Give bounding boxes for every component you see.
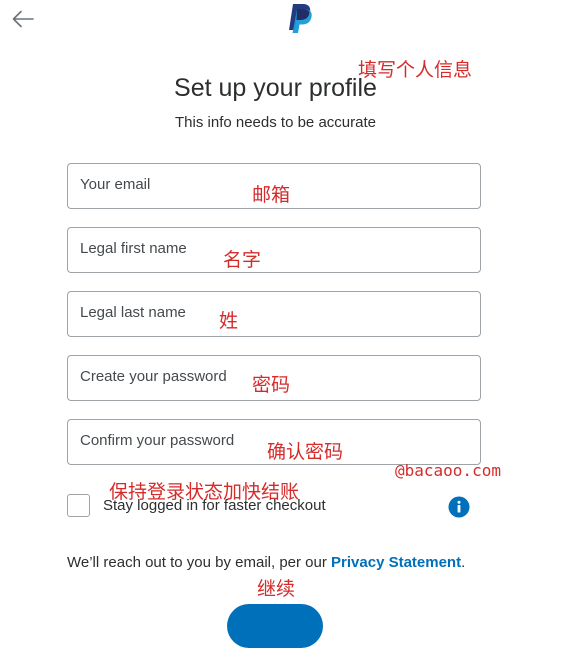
- first-name-field[interactable]: [68, 228, 480, 272]
- annotation-confirm-password: 确认密码: [267, 441, 344, 463]
- annotation-continue: 继续: [257, 578, 296, 600]
- privacy-disclaimer: We’ll reach out to you by email, per our…: [67, 554, 465, 571]
- first-name-field-container[interactable]: [67, 227, 481, 273]
- disclaimer-suffix: .: [461, 554, 466, 571]
- info-icon[interactable]: [448, 496, 470, 518]
- back-button[interactable]: [10, 6, 36, 32]
- stay-logged-in-checkbox[interactable]: [67, 494, 90, 517]
- watermark: @bacaoo.com: [395, 461, 501, 480]
- arrow-left-icon: [12, 10, 34, 28]
- continue-button[interactable]: [227, 604, 323, 648]
- last-name-field-container[interactable]: [67, 291, 481, 337]
- annotation-password: 密码: [252, 374, 291, 396]
- stay-logged-in-label: Stay logged in for faster checkout: [103, 497, 326, 514]
- last-name-field[interactable]: [68, 292, 480, 336]
- privacy-statement-link[interactable]: Privacy Statement: [331, 554, 461, 571]
- page-title: Set up your profile: [174, 74, 377, 102]
- disclaimer-text: We’ll reach out to you by email, per our: [67, 554, 332, 571]
- page-subtitle: This info needs to be accurate: [175, 114, 376, 131]
- annotation-first-name: 名字: [223, 249, 262, 271]
- paypal-logo-icon: [289, 4, 312, 33]
- annotation-last-name: 姓: [219, 310, 239, 332]
- annotation-email: 邮箱: [252, 184, 291, 206]
